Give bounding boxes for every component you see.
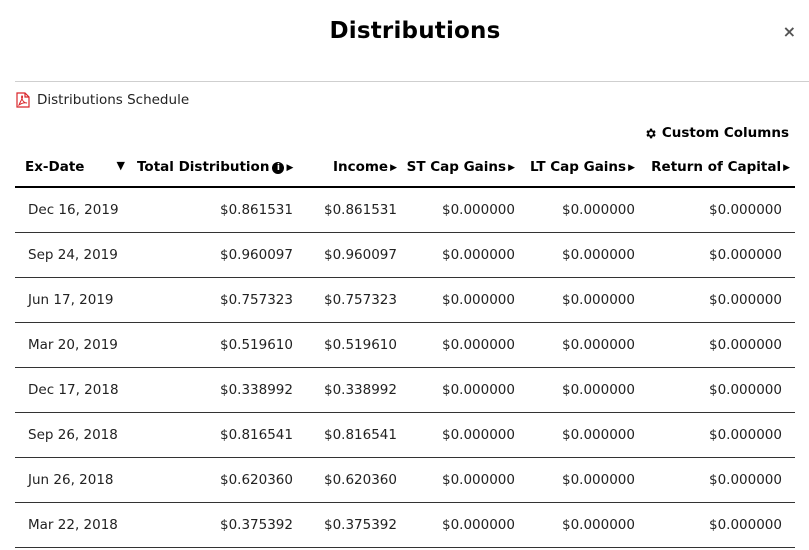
cell-total-distribution: $0.861531: [137, 187, 300, 233]
cell-ex-date: Dec 17, 2018: [15, 367, 137, 413]
cell-ex-date: Mar 20, 2019: [15, 322, 137, 368]
column-header-total-distribution[interactable]: Total Distribution i ▶: [137, 148, 300, 188]
sort-arrow-icon: ▶: [390, 163, 397, 173]
column-header-label: Ex-Date: [25, 159, 85, 175]
modal-title: Distributions: [329, 18, 501, 44]
pdf-icon: [16, 92, 30, 108]
gear-icon: [646, 128, 656, 138]
column-header-label: Total Distribution: [137, 159, 270, 175]
cell-st-cap-gains: $0.000000: [402, 232, 522, 278]
info-icon[interactable]: i: [272, 162, 285, 174]
column-header-return-of-capital[interactable]: Return of Capital ▶: [642, 148, 795, 188]
cell-total-distribution: $0.620360: [137, 457, 300, 503]
cell-st-cap-gains: $0.000000: [402, 367, 522, 413]
close-icon[interactable]: ×: [783, 24, 796, 40]
cell-income: $0.338992: [300, 367, 402, 413]
column-header-st-cap-gains[interactable]: ST Cap Gains ▶: [402, 148, 522, 188]
cell-return-of-capital: $0.000000: [642, 412, 795, 458]
cell-return-of-capital: $0.000000: [642, 502, 795, 548]
cell-st-cap-gains: $0.000000: [402, 277, 522, 323]
cell-ex-date: Dec 16, 2019: [15, 187, 137, 233]
custom-columns-label: Custom Columns: [661, 125, 789, 141]
distributions-schedule-link[interactable]: Distributions Schedule: [14, 92, 189, 108]
column-header-ex-date[interactable]: Ex-Date ▼: [15, 148, 137, 188]
cell-income: $0.960097: [300, 232, 402, 278]
table-row: Mar 20, 2019 $0.519610 $0.519610 $0.000000 $…: [15, 322, 795, 368]
sort-arrow-icon: ▶: [508, 163, 515, 173]
cell-income: $0.519610: [300, 322, 402, 368]
table-header-row: Ex-Date ▼ Total Distribution i ▶ Income ▶ S…: [15, 148, 795, 188]
sort-arrow-icon: ▶: [783, 163, 790, 173]
cell-lt-cap-gains: $0.000000: [522, 187, 642, 233]
cell-st-cap-gains: $0.000000: [402, 412, 522, 458]
cell-total-distribution: $0.338992: [137, 367, 300, 413]
distributions-modal: Distributions × Distributions Schedule C…: [0, 0, 809, 550]
cell-total-distribution: $0.375392: [137, 502, 300, 548]
cell-total-distribution: $0.519610: [137, 322, 300, 368]
column-header-label: Income: [332, 159, 389, 175]
cell-ex-date: Mar 22, 2018: [15, 502, 137, 548]
cell-ex-date: Sep 24, 2019: [15, 232, 137, 278]
column-header-income[interactable]: Income ▶: [300, 148, 402, 188]
cell-st-cap-gains: $0.000000: [402, 502, 522, 548]
cell-return-of-capital: $0.000000: [642, 367, 795, 413]
cell-income: $0.375392: [300, 502, 402, 548]
cell-income: $0.620360: [300, 457, 402, 503]
cell-lt-cap-gains: $0.000000: [522, 502, 642, 548]
cell-income: $0.816541: [300, 412, 402, 458]
column-header-label: ST Cap Gains: [406, 159, 507, 175]
cell-total-distribution: $0.757323: [137, 277, 300, 323]
cell-st-cap-gains: $0.000000: [402, 457, 522, 503]
table-row: Mar 22, 2018 $0.375392 $0.375392 $0.000000 $…: [15, 502, 795, 548]
distributions-schedule-label: Distributions Schedule: [37, 92, 190, 108]
column-header-lt-cap-gains[interactable]: LT Cap Gains ▶: [522, 148, 642, 188]
cell-ex-date: Jun 26, 2018: [15, 457, 137, 503]
column-header-label: LT Cap Gains: [529, 159, 627, 175]
header-divider: [15, 81, 809, 82]
table-row: Jun 17, 2019 $0.757323 $0.757323 $0.000000 $…: [15, 277, 795, 323]
cell-return-of-capital: $0.000000: [642, 457, 795, 503]
table-body: Dec 16, 2019 $0.861531 $0.861531 $0.000000 $…: [15, 187, 795, 548]
cell-income: $0.861531: [300, 187, 402, 233]
cell-return-of-capital: $0.000000: [642, 277, 795, 323]
table-row: Dec 17, 2018 $0.338992 $0.338992 $0.000000 $…: [15, 367, 795, 413]
cell-return-of-capital: $0.000000: [642, 322, 795, 368]
table-row: Dec 16, 2019 $0.861531 $0.861531 $0.000000 $…: [15, 187, 795, 233]
custom-columns-button[interactable]: Custom Columns: [644, 125, 789, 141]
sort-arrow-icon: ▶: [628, 163, 635, 173]
cell-st-cap-gains: $0.000000: [402, 187, 522, 233]
cell-ex-date: Sep 26, 2018: [15, 412, 137, 458]
table-row: Sep 24, 2019 $0.960097 $0.960097 $0.000000 $…: [15, 232, 795, 278]
cell-income: $0.757323: [300, 277, 402, 323]
table-row: Jun 26, 2018 $0.620360 $0.620360 $0.000000 $…: [15, 457, 795, 503]
cell-lt-cap-gains: $0.000000: [522, 277, 642, 323]
cell-return-of-capital: $0.000000: [642, 232, 795, 278]
column-header-label: Return of Capital: [651, 159, 782, 175]
cell-return-of-capital: $0.000000: [642, 187, 795, 233]
cell-ex-date: Jun 17, 2019: [15, 277, 137, 323]
cell-st-cap-gains: $0.000000: [402, 322, 522, 368]
cell-lt-cap-gains: $0.000000: [522, 367, 642, 413]
cell-lt-cap-gains: $0.000000: [522, 322, 642, 368]
cell-lt-cap-gains: $0.000000: [522, 232, 642, 278]
sort-arrow-icon: ▶: [286, 163, 294, 173]
table-row: Sep 26, 2018 $0.816541 $0.816541 $0.000000 $…: [15, 412, 795, 458]
cell-total-distribution: $0.816541: [137, 412, 300, 458]
distributions-table: Ex-Date ▼ Total Distribution i ▶ Income ▶ S…: [15, 148, 795, 548]
sort-descending-icon[interactable]: ▼: [117, 159, 125, 172]
cell-total-distribution: $0.960097: [137, 232, 300, 278]
cell-lt-cap-gains: $0.000000: [522, 457, 642, 503]
cell-lt-cap-gains: $0.000000: [522, 412, 642, 458]
